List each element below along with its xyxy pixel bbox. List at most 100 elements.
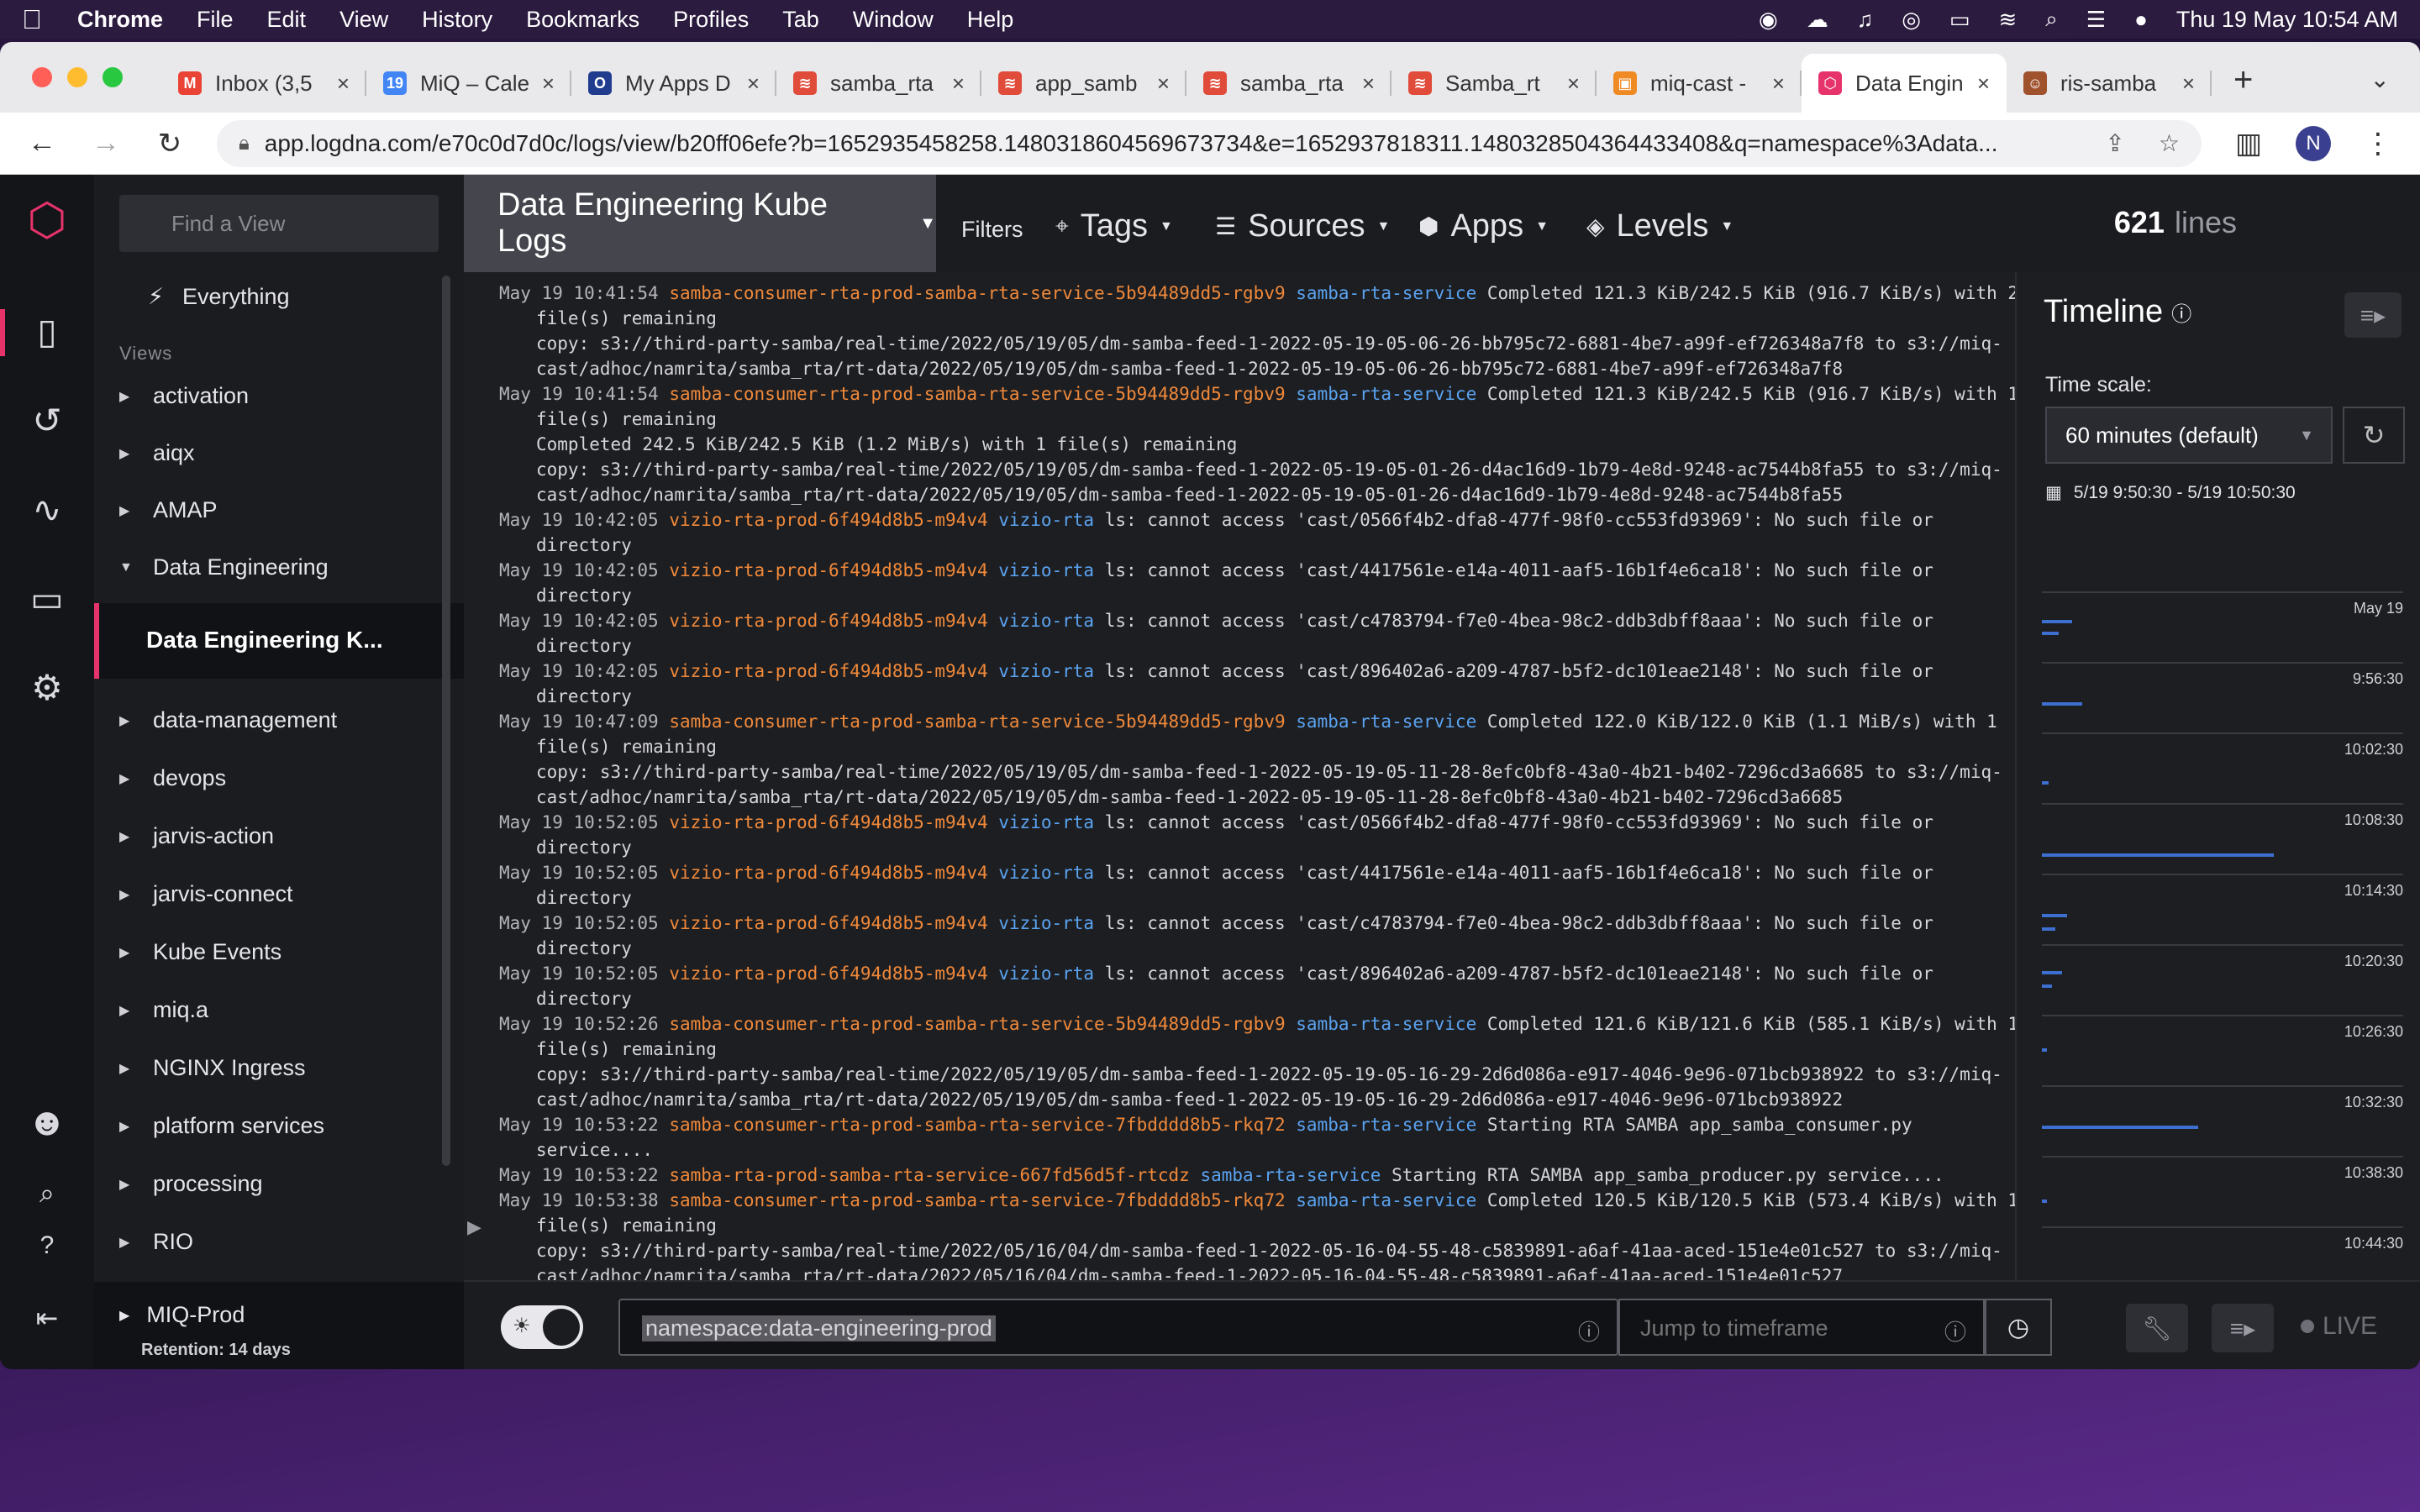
browser-tab[interactable]: ≋ samba_rta × <box>1186 54 1392 113</box>
views-nav-icon[interactable]: ▯ <box>0 311 94 352</box>
menu-history[interactable]: History <box>422 7 492 33</box>
tab-close-icon[interactable]: × <box>747 71 760 97</box>
timeline-refresh-button[interactable]: ↻ <box>2343 407 2405 464</box>
theme-toggle[interactable]: ☀ <box>501 1305 583 1349</box>
logdna-logo-icon[interactable]: ⬡ <box>0 193 94 246</box>
control-center-icon[interactable]: ☰ <box>2086 7 2106 33</box>
sidebar-view-category[interactable]: ▶ data-management <box>119 707 337 733</box>
profile-avatar[interactable]: N <box>2296 125 2331 161</box>
sidebar-view-category[interactable]: ▶ RIO <box>119 1229 193 1255</box>
log-host[interactable]: samba-consumer-rta-prod-samba-rta-servic… <box>669 1190 1285 1210</box>
log-app[interactable]: samba-rta-service <box>1200 1165 1381 1185</box>
settings-gear-icon[interactable]: ⚙ <box>0 667 94 708</box>
menu-window[interactable]: Window <box>853 7 934 33</box>
user-icon[interactable]: ◎ <box>1902 7 1921 33</box>
tab-close-icon[interactable]: × <box>2182 71 2195 97</box>
log-viewer[interactable]: May 19 10:41:54 samba-consumer-rta-prod-… <box>471 272 2017 1280</box>
time-scale-select[interactable]: 60 minutes (default) ▼ <box>2045 407 2333 464</box>
sidebar-view-category[interactable]: ▶ Kube Events <box>119 939 281 965</box>
timeline-bar[interactable] <box>2042 781 2049 785</box>
log-app[interactable]: samba-rta-service <box>1296 1190 1476 1210</box>
log-app[interactable]: vizio-rta <box>998 863 1094 883</box>
log-app[interactable]: samba-rta-service <box>1296 384 1476 404</box>
selected-view[interactable]: Data Engineering K... <box>94 603 464 679</box>
minimize-window-button[interactable] <box>67 67 87 87</box>
timeline-bar[interactable] <box>2042 984 2052 988</box>
log-app[interactable]: vizio-rta <box>998 812 1094 832</box>
spotlight-search-icon[interactable]: ⌕ <box>2045 6 2058 33</box>
side-panel-icon[interactable]: ▥ <box>2232 127 2265 160</box>
log-app[interactable]: samba-rta-service <box>1296 1014 1476 1034</box>
timeline-bar[interactable] <box>2042 971 2062 974</box>
browser-menu-icon[interactable]: ⋮ <box>2361 127 2395 160</box>
log-line[interactable]: May 19 10:52:05 vizio-rta-prod-6f494d8b5… <box>499 911 1995 936</box>
timeline-bar[interactable] <box>2042 1200 2047 1203</box>
browser-tab[interactable]: 19 MiQ – Cale × <box>366 54 571 113</box>
browser-tab[interactable]: ≋ samba_rta × <box>776 54 981 113</box>
timeframe-help-icon[interactable]: ⓘ <box>1944 1315 1966 1347</box>
log-line[interactable]: May 19 10:42:05 vizio-rta-prod-6f494d8b5… <box>499 659 1995 684</box>
tab-search-chevron-icon[interactable]: ⌄ <box>2370 66 2390 93</box>
org-switcher[interactable]: ▶ MIQ-Prod Retention: 14 days <box>94 1282 464 1369</box>
menu-help[interactable]: Help <box>967 7 1014 33</box>
tab-close-icon[interactable]: × <box>952 71 965 97</box>
tab-close-icon[interactable]: × <box>337 71 350 97</box>
reload-button[interactable]: ↻ <box>153 127 187 160</box>
timeline-bar[interactable] <box>2042 632 2059 635</box>
timeline-bar[interactable] <box>2042 702 2082 706</box>
log-host[interactable]: vizio-rta-prod-6f494d8b5-m94v4 <box>669 913 987 933</box>
github-icon[interactable]: ◉ <box>1759 7 1778 33</box>
boards-monitor-icon[interactable]: ▭ <box>0 578 94 619</box>
sidebar-view-category[interactable]: ▶ jarvis-connect <box>119 881 293 907</box>
help-icon[interactable]: ? <box>0 1231 94 1260</box>
log-host[interactable]: vizio-rta-prod-6f494d8b5-m94v4 <box>669 963 987 984</box>
log-line[interactable]: May 19 10:41:54 samba-consumer-rta-prod-… <box>499 281 2017 306</box>
log-app[interactable]: samba-rta-service <box>1296 283 1476 303</box>
search-icon[interactable]: ⌕ <box>0 1178 94 1210</box>
sources-dropdown[interactable]: ☰ Sources ▼ <box>1215 208 1390 244</box>
log-line[interactable]: May 19 10:41:54 samba-consumer-rta-prod-… <box>499 381 2017 407</box>
log-line[interactable]: May 19 10:53:22 samba-rta-prod-samba-rta… <box>499 1163 1995 1188</box>
history-icon[interactable]: ↺ <box>0 400 94 441</box>
siri-icon[interactable]: ● <box>2134 7 2148 33</box>
browser-tab[interactable]: M Inbox (3,5 × <box>161 54 366 113</box>
tab-close-icon[interactable]: × <box>1157 71 1170 97</box>
log-app[interactable]: vizio-rta <box>998 913 1094 933</box>
log-host[interactable]: samba-rta-prod-samba-rta-service-667fd56… <box>669 1165 1190 1185</box>
filters-button[interactable]: Filters <box>961 217 1023 243</box>
sidebar-view-category[interactable]: ▶ jarvis-action <box>119 823 274 849</box>
expand-sidebar-arrow-icon[interactable]: ▶ <box>467 1216 481 1238</box>
bookmark-star-icon[interactable]: ☆ <box>2159 129 2180 157</box>
browser-tab[interactable]: ≋ app_samb × <box>981 54 1186 113</box>
menubar-app-name[interactable]: Chrome <box>77 7 163 33</box>
log-host[interactable]: vizio-rta-prod-6f494d8b5-m94v4 <box>669 611 987 631</box>
log-app[interactable]: vizio-rta <box>998 963 1094 984</box>
log-host[interactable]: samba-consumer-rta-prod-samba-rta-servic… <box>669 1014 1285 1034</box>
timeline-bar[interactable] <box>2042 853 2274 857</box>
log-line[interactable]: May 19 10:52:05 vizio-rta-prod-6f494d8b5… <box>499 961 1995 986</box>
lock-icon[interactable]: 🔒︎ <box>239 132 250 155</box>
sidebar-view-category[interactable]: ▶ processing <box>119 1171 263 1197</box>
sidebar-view-category[interactable]: ▼ Data Engineering <box>119 554 329 580</box>
audio-icon[interactable]: ♫ <box>1857 7 1874 33</box>
log-line[interactable]: May 19 10:52:05 vizio-rta-prod-6f494d8b5… <box>499 810 1995 835</box>
log-host[interactable]: samba-consumer-rta-prod-samba-rta-servic… <box>669 384 1285 404</box>
log-app[interactable]: samba-rta-service <box>1296 1115 1476 1135</box>
wifi-icon[interactable]: ≋ <box>1998 7 2017 33</box>
menu-file[interactable]: File <box>197 7 234 33</box>
tools-menu-button[interactable]: 🔧︎ <box>2126 1304 2188 1352</box>
close-window-button[interactable] <box>32 67 52 87</box>
sidebar-scrollbar[interactable] <box>442 276 450 1166</box>
browser-tab[interactable]: O My Apps D × <box>571 54 776 113</box>
log-app[interactable]: vizio-rta <box>998 661 1094 681</box>
everything-view[interactable]: ⚡︎ Everything <box>148 284 290 310</box>
sidebar-view-category[interactable]: ▶ miq.a <box>119 997 208 1023</box>
tab-close-icon[interactable]: × <box>1567 71 1580 97</box>
back-button[interactable]: ← <box>25 127 59 160</box>
collapse-sidebar-icon[interactable]: ⇤ <box>0 1302 94 1334</box>
timeline-bar[interactable] <box>2042 914 2067 917</box>
timeline-bar[interactable] <box>2042 1048 2047 1052</box>
menu-tab[interactable]: Tab <box>782 7 819 33</box>
menu-edit[interactable]: Edit <box>267 7 307 33</box>
menu-view[interactable]: View <box>339 7 388 33</box>
